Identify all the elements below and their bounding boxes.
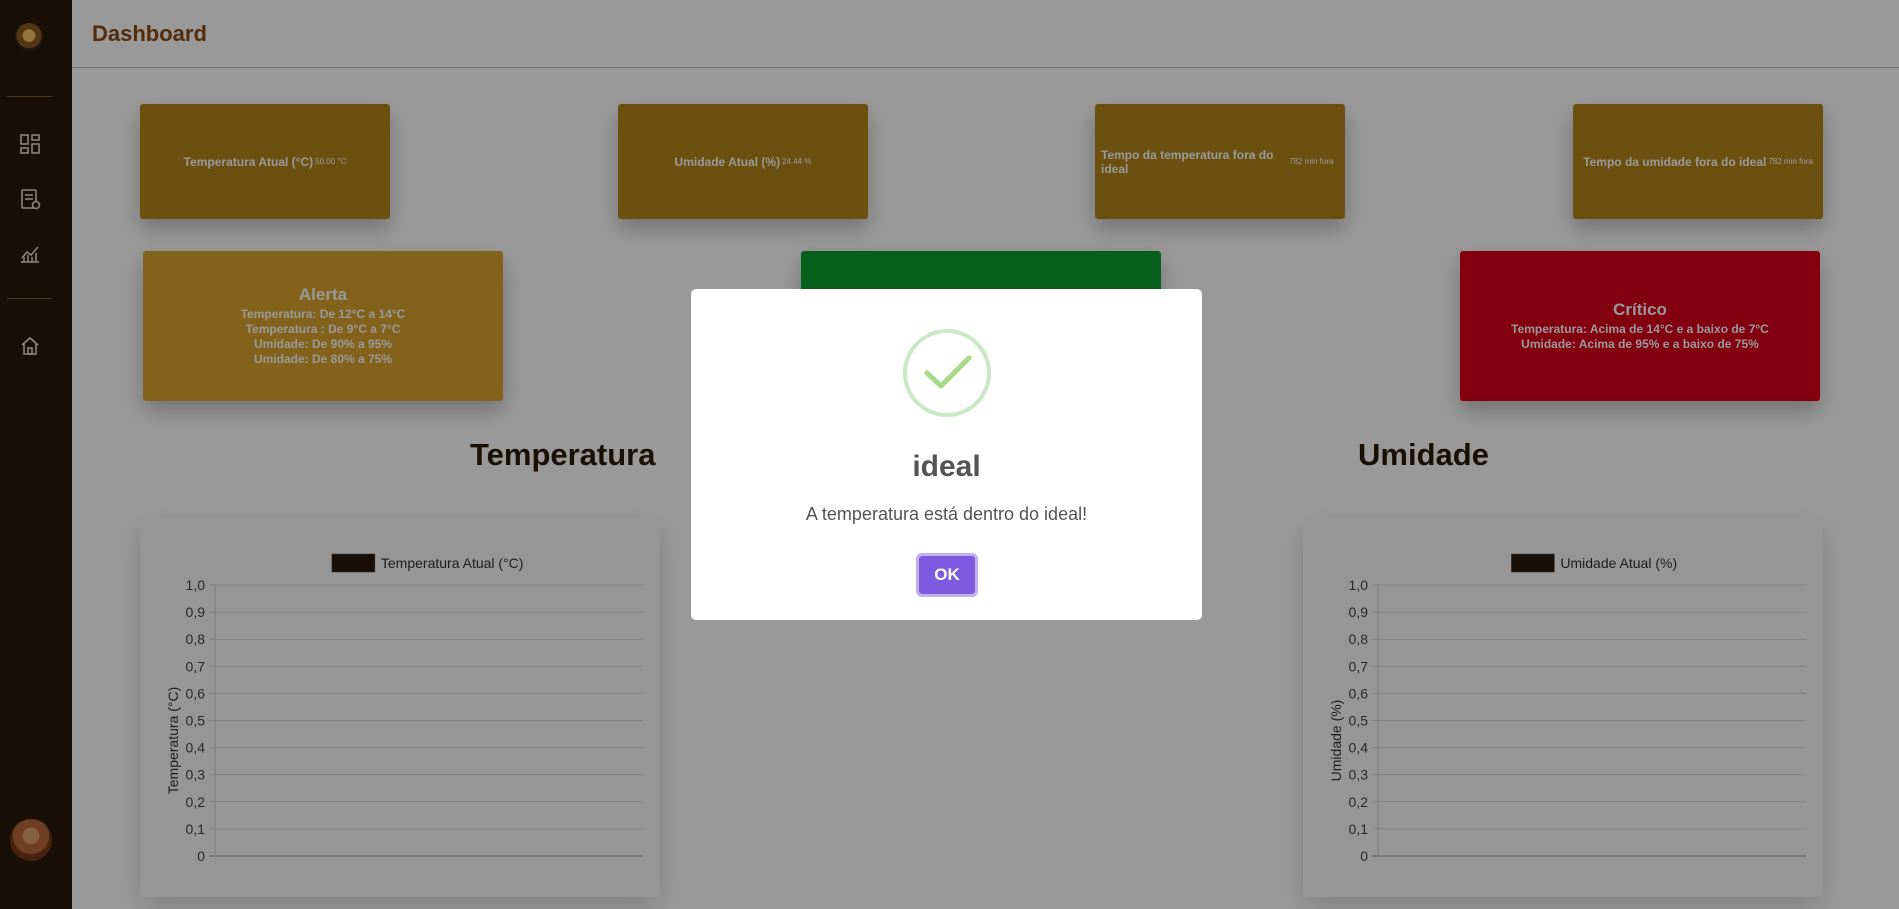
success-check-icon (903, 329, 991, 417)
modal-title: ideal (912, 450, 981, 483)
modal-message: A temperatura está dentro do ideal! (805, 504, 1088, 524)
ok-button[interactable]: OK (916, 553, 978, 597)
alert-modal: ideal A temperatura está dentro do ideal… (691, 289, 1202, 620)
